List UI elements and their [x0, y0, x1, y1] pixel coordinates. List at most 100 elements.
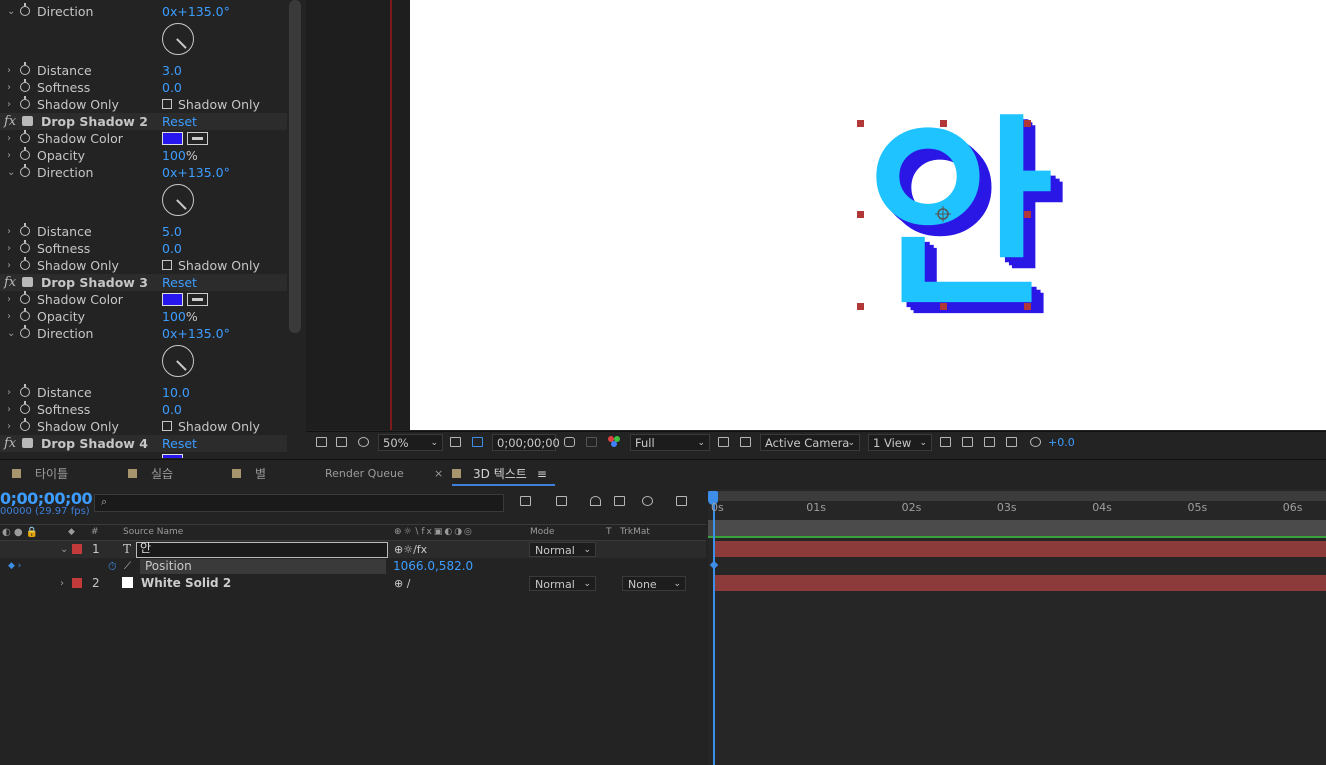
layer-name[interactable]: White Solid 2	[141, 575, 231, 592]
graph-editor-icon[interactable]	[676, 496, 687, 506]
tab-star[interactable]: 별	[232, 464, 266, 484]
label-color-swatch[interactable]	[72, 544, 82, 554]
camera-dropdown[interactable]: Active Camera ⌄	[760, 434, 860, 451]
eyedropper-icon[interactable]	[187, 293, 208, 306]
layer-name-input[interactable]	[136, 542, 388, 558]
effect-row-opacity[interactable]: › Opacity 100%	[0, 308, 287, 325]
stopwatch-icon[interactable]	[20, 325, 30, 338]
effect-row-distance[interactable]: › Distance 5.0	[0, 223, 287, 240]
layer-1-duration-bar[interactable]	[714, 541, 1326, 557]
trkmat-dropdown[interactable]: None ⌄	[622, 576, 686, 591]
exposure-value[interactable]: +0.0	[1048, 434, 1075, 451]
property-value[interactable]: 3.0	[162, 62, 182, 79]
eyedropper-icon[interactable]	[187, 132, 208, 145]
bbox-handle-bc[interactable]	[940, 303, 947, 310]
view-layout-dropdown[interactable]: 1 View ⌄	[868, 434, 932, 451]
work-area-bar[interactable]	[708, 520, 1326, 536]
composition-canvas[interactable]: 안 안 안 안	[410, 0, 1326, 430]
reset-link[interactable]: Reset	[162, 113, 197, 130]
effect-row-shadow-only[interactable]: › Shadow Only Shadow Only	[0, 96, 287, 113]
stopwatch-icon[interactable]	[20, 291, 30, 304]
property-value[interactable]: 100%	[162, 147, 198, 164]
stopwatch-icon[interactable]	[20, 257, 30, 270]
bbox-handle-mr[interactable]	[1024, 211, 1031, 218]
property-value[interactable]: 5.0	[162, 223, 182, 240]
reset-link[interactable]: Reset	[162, 274, 197, 291]
direction-dial[interactable]	[162, 23, 194, 55]
tab-3d-text[interactable]: 3D 텍스트 ≡	[452, 464, 555, 486]
chevron-right-icon[interactable]: ›	[7, 96, 11, 113]
stopwatch-icon[interactable]	[20, 96, 30, 109]
close-tab-icon[interactable]: ×	[434, 464, 443, 484]
stopwatch-icon[interactable]	[20, 164, 30, 177]
shadow-only-checkbox[interactable]	[162, 99, 172, 109]
stopwatch-icon[interactable]	[20, 240, 30, 253]
effect-row-shadow-only[interactable]: › Shadow Only Shadow Only	[0, 257, 287, 274]
fx-toggle-icon[interactable]: fx	[4, 274, 16, 291]
bbox-handle-bl[interactable]	[857, 303, 864, 310]
current-time-indicator[interactable]	[713, 495, 715, 765]
fast-previews-icon[interactable]	[962, 437, 973, 447]
stopwatch-icon[interactable]	[20, 401, 30, 414]
tab-title[interactable]: 타이틀	[12, 464, 68, 484]
effect-row-shadow-color[interactable]: › Shadow Color	[0, 130, 287, 147]
composition-mini-flowchart-icon[interactable]	[520, 496, 531, 506]
property-value[interactable]: 0x+135.0°	[162, 3, 230, 20]
chevron-right-icon[interactable]: ›	[7, 384, 11, 401]
region-of-interest-icon[interactable]	[718, 437, 729, 447]
switches-icons[interactable]: ⊕☼∕fx	[394, 541, 427, 558]
effect-row-drop-shadow-3[interactable]: fx Drop Shadow 3 Reset	[0, 274, 287, 291]
property-value[interactable]: 0.0	[162, 401, 182, 418]
panel-menu-icon[interactable]: ≡	[537, 467, 547, 481]
draft-3d-icon[interactable]	[556, 496, 567, 506]
chevron-right-icon[interactable]: ›	[7, 418, 11, 435]
chevron-down-icon[interactable]: ⌄	[7, 164, 15, 181]
chevron-right-icon[interactable]: ›	[7, 130, 11, 147]
monitor-icon[interactable]	[336, 437, 347, 447]
effect-row-distance[interactable]: › Distance 10.0	[0, 384, 287, 401]
bbox-handle-ml[interactable]	[857, 211, 864, 218]
fit-icon[interactable]	[450, 437, 461, 447]
effect-row-softness[interactable]: › Softness 0.0	[0, 240, 287, 257]
effect-row-distance[interactable]: › Distance 3.0	[0, 62, 287, 79]
stopwatch-icon[interactable]	[20, 418, 30, 431]
text-layer-preview[interactable]: 안 안 안 안	[410, 0, 1326, 430]
chevron-right-icon[interactable]: ›	[7, 79, 11, 96]
snapshot-icon[interactable]	[564, 437, 575, 447]
chevron-right-icon[interactable]: ›	[7, 223, 11, 240]
effect-row-direction[interactable]: ⌄ Direction 0x+135.0°	[0, 325, 287, 342]
motion-blur-icon[interactable]	[642, 496, 653, 506]
layer-row-1[interactable]: ⌄ 1 T 안 ⊕☼∕fx Normal ⌄	[0, 541, 706, 558]
label-color-swatch[interactable]	[72, 578, 82, 588]
always-preview-icon[interactable]	[316, 437, 327, 447]
blend-mode-dropdown[interactable]: Normal ⌄	[529, 542, 596, 557]
show-snapshot-icon[interactable]	[586, 437, 597, 447]
reset-link[interactable]: Reset	[162, 435, 197, 452]
timeline-icon[interactable]	[984, 437, 995, 447]
fx-toggle-icon[interactable]: fx	[4, 113, 16, 130]
effect-row-opacity[interactable]: › Opacity 100%	[0, 147, 287, 164]
effect-row-drop-shadow-4[interactable]: fx Drop Shadow 4 Reset	[0, 435, 287, 452]
property-value[interactable]: 0x+135.0°	[162, 325, 230, 342]
transparency-icon[interactable]	[740, 437, 751, 447]
property-value[interactable]: 0x+135.0°	[162, 164, 230, 181]
chevron-right-icon[interactable]: ›	[7, 240, 11, 257]
effect-row-softness[interactable]: › Softness 0.0	[0, 401, 287, 418]
chevron-right-icon[interactable]: ›	[7, 308, 11, 325]
flowchart-icon[interactable]	[1006, 437, 1017, 447]
effect-row-direction[interactable]: ⌄ Direction 0x+135.0°	[0, 3, 287, 20]
frame-blending-icon[interactable]	[614, 496, 625, 506]
switches-icons[interactable]: ⊕ ∕	[394, 575, 410, 592]
stopwatch-icon[interactable]	[20, 384, 30, 397]
graph-icon[interactable]: ⟋	[124, 558, 131, 575]
mask-icon[interactable]	[358, 437, 369, 447]
effect-controls-scrollbar[interactable]	[289, 0, 301, 333]
chevron-down-icon[interactable]: ⌄	[7, 3, 15, 20]
transparency-grid-icon[interactable]	[472, 437, 483, 447]
time-navigator[interactable]	[708, 491, 1326, 501]
layer-2-duration-bar[interactable]	[714, 575, 1326, 591]
reset-exposure-icon[interactable]	[1030, 437, 1041, 447]
effect-row-drop-shadow-2[interactable]: fx Drop Shadow 2 Reset	[0, 113, 287, 130]
shy-layers-icon[interactable]	[590, 496, 601, 506]
shadow-color-swatch[interactable]	[162, 454, 183, 458]
